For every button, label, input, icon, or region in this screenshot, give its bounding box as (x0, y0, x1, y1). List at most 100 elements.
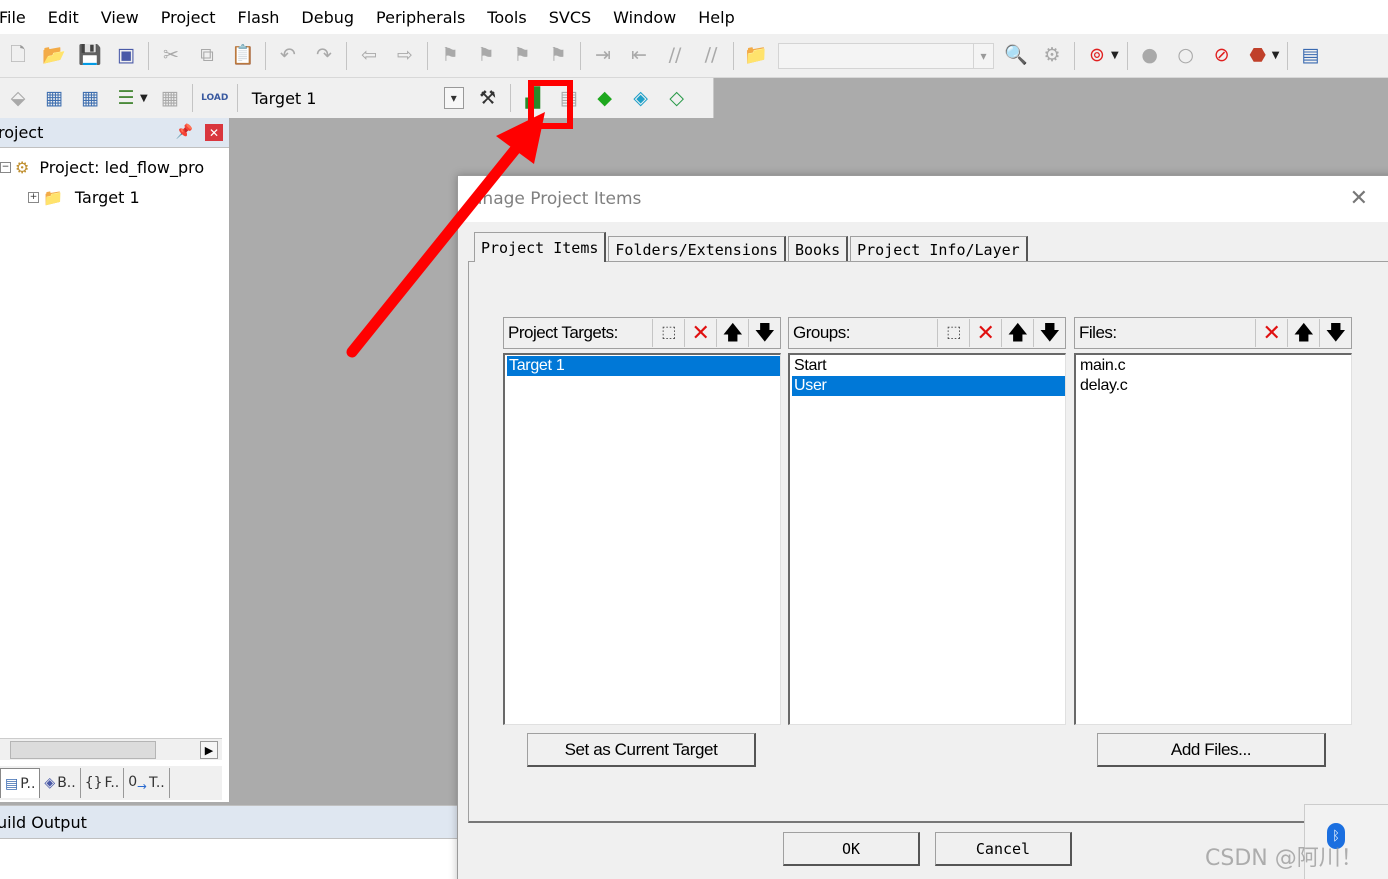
undo-icon[interactable]: ↶ (275, 44, 301, 68)
bookmark-icon[interactable]: ⚑ (437, 44, 463, 68)
tab-project-items[interactable]: Project Items (474, 232, 607, 262)
move-up-icon[interactable]: 🡅 (1001, 319, 1033, 347)
tab-folders-extensions[interactable]: Folders/Extensions (608, 236, 786, 262)
unindent-icon[interactable]: ⇤ (626, 44, 652, 68)
scrollbar-thumb[interactable] (10, 741, 156, 759)
pack-diamond-icon[interactable]: ◇ (664, 86, 690, 110)
stop-build-icon[interactable]: ▦ (157, 86, 183, 110)
groups-header: Groups: ⬚ ✕ 🡅 🡇 (788, 317, 1066, 349)
add-files-button[interactable]: Add Files... (1097, 733, 1326, 767)
tab-project-info-layer[interactable]: Project Info/Layer (850, 236, 1028, 262)
batch-build-icon[interactable]: ☰ (113, 86, 139, 110)
tab-books[interactable]: ◈ B.. (40, 768, 81, 798)
new-group-icon[interactable]: ⬚ (937, 319, 969, 347)
menu-peripherals[interactable]: Peripherals (365, 8, 476, 27)
list-item[interactable]: Start (792, 356, 1065, 376)
menu-help[interactable]: Help (687, 8, 745, 27)
next-bookmark-icon[interactable]: ⚑ (509, 44, 535, 68)
download-icon[interactable]: LOAD (201, 86, 228, 110)
tab-books[interactable]: Books (787, 236, 849, 262)
move-up-icon[interactable]: 🡅 (1287, 319, 1319, 347)
trace-icon[interactable]: ⬣ (1245, 44, 1271, 68)
close-icon[interactable]: ✕ (205, 124, 223, 141)
tab-templates[interactable]: 0→ T.. (124, 768, 170, 798)
manage-rte-icon[interactable]: ◈ (628, 86, 654, 110)
move-down-icon[interactable]: 🡇 (1319, 319, 1351, 347)
menu-svcs[interactable]: SVCS (538, 8, 602, 27)
navigate-back-icon[interactable]: ⇦ (356, 44, 382, 68)
find-combo[interactable]: ▾ (778, 42, 994, 69)
prev-bookmark-icon[interactable]: ⚑ (473, 44, 499, 68)
menu-view[interactable]: View (90, 8, 150, 27)
delete-icon[interactable]: ✕ (1255, 319, 1287, 347)
cut-icon[interactable]: ✂ (158, 44, 184, 68)
move-down-icon[interactable]: 🡇 (748, 319, 780, 347)
tree-item-label: Target 1 (74, 187, 140, 207)
ok-button[interactable]: OK (783, 832, 920, 866)
chevron-down-icon[interactable]: ▼ (1272, 50, 1280, 61)
new-file-icon[interactable]: 🗋 (5, 44, 31, 68)
build-icon[interactable]: ▦ (41, 86, 67, 110)
list-item[interactable]: main.c (1078, 356, 1351, 376)
comment-icon[interactable]: // (662, 44, 688, 68)
groups-list[interactable]: Start User (788, 353, 1066, 725)
toolbar-separator (236, 84, 238, 112)
horizontal-scrollbar[interactable]: ▶ (0, 738, 222, 760)
translate-icon[interactable]: ⬙ (5, 86, 31, 110)
menu-project[interactable]: Project (150, 8, 227, 27)
expand-icon[interactable]: + (28, 191, 39, 203)
debug-session-icon[interactable]: ⊚ (1084, 44, 1110, 68)
indent-icon[interactable]: ⇥ (590, 44, 616, 68)
menu-file[interactable]: File (0, 8, 37, 27)
tab-functions[interactable]: {} F.. (81, 768, 125, 798)
scroll-right-icon[interactable]: ▶ (200, 741, 218, 759)
find-icon[interactable]: 🔍 (1003, 44, 1029, 68)
pack-installer-icon[interactable]: ◆ (592, 86, 618, 110)
tab-project[interactable]: ▤ P.. (0, 768, 41, 798)
find-in-files-icon[interactable]: 📁 (743, 44, 769, 68)
save-all-icon[interactable]: ▣ (113, 44, 139, 68)
target-select[interactable]: Target 1 ▾ (248, 85, 464, 111)
menu-debug[interactable]: Debug (290, 8, 365, 27)
new-target-icon[interactable]: ⬚ (652, 319, 684, 347)
uncomment-icon[interactable]: ∕∕ (698, 44, 724, 68)
collapse-icon[interactable]: − (0, 161, 11, 173)
chevron-down-icon[interactable]: ▼ (1111, 50, 1119, 61)
move-up-icon[interactable]: 🡅 (716, 319, 748, 347)
cancel-button[interactable]: Cancel (935, 832, 1072, 866)
breakpoint-icon[interactable]: ● (1137, 44, 1163, 68)
list-item[interactable]: User (792, 376, 1065, 396)
target-options-icon[interactable]: ⚒ (475, 86, 501, 110)
chevron-down-icon[interactable]: ▾ (443, 87, 464, 109)
menu-edit[interactable]: Edit (37, 8, 90, 27)
pin-icon[interactable]: 📌 (176, 124, 193, 140)
save-icon[interactable]: 💾 (77, 44, 103, 68)
disable-breakpoint-icon[interactable]: ○ (1173, 44, 1199, 68)
window-layout-icon[interactable]: ▤ (1297, 44, 1323, 68)
clear-bookmarks-icon[interactable]: ⚑ (545, 44, 571, 68)
chevron-down-icon[interactable]: ▼ (140, 93, 148, 104)
list-item[interactable]: delay.c (1078, 376, 1351, 396)
kill-breakpoints-icon[interactable]: ⊘ (1209, 44, 1235, 68)
navigate-forward-icon[interactable]: ⇨ (392, 44, 418, 68)
menu-flash[interactable]: Flash (226, 8, 290, 27)
menu-window[interactable]: Window (602, 8, 687, 27)
set-as-current-target-button[interactable]: Set as Current Target (527, 733, 756, 767)
chevron-down-icon[interactable]: ▾ (973, 43, 993, 68)
rebuild-icon[interactable]: ▦ (77, 86, 103, 110)
project-targets-list[interactable]: Target 1 (503, 353, 781, 725)
move-down-icon[interactable]: 🡇 (1033, 319, 1065, 347)
menu-tools[interactable]: Tools (476, 8, 537, 27)
tree-item-project[interactable]: − ⚙ Project: led_flow_pro (0, 152, 222, 182)
delete-icon[interactable]: ✕ (969, 319, 1001, 347)
redo-icon[interactable]: ↷ (311, 44, 337, 68)
paste-icon[interactable]: 📋 (230, 44, 256, 68)
open-file-icon[interactable]: 📂 (41, 44, 67, 68)
list-item[interactable]: Target 1 (507, 356, 780, 376)
close-icon[interactable]: ✕ (1350, 186, 1368, 211)
delete-icon[interactable]: ✕ (684, 319, 716, 347)
copy-icon[interactable]: ⧉ (194, 44, 220, 68)
incremental-find-icon[interactable]: ⚙ (1039, 44, 1065, 68)
tree-item-target[interactable]: + 📁 Target 1 (0, 182, 222, 212)
files-list[interactable]: main.c delay.c (1074, 353, 1352, 725)
